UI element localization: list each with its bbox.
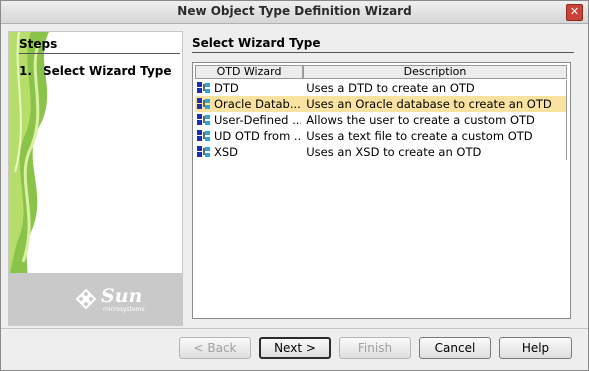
table-row[interactable]: XSD Uses an XSD to create an OTD [195, 144, 567, 160]
wizard-window: New Object Type Definition Wizard ✕ Step… [0, 0, 589, 371]
close-button[interactable]: ✕ [566, 4, 583, 21]
next-button[interactable]: Next > [259, 337, 331, 359]
table-row[interactable]: DTD Uses a DTD to create an OTD [195, 80, 567, 96]
wizard-name: User-Defined ... [214, 113, 302, 127]
sun-logo: Sun microsystems [75, 284, 145, 318]
wizard-cell: XSD [195, 145, 301, 159]
table-header: OTD Wizard Description [195, 65, 567, 79]
column-header-otd-wizard[interactable]: OTD Wizard [195, 65, 303, 79]
logo-subtext: microsystems [103, 306, 145, 313]
wizard-cell: User-Defined ... [195, 113, 301, 127]
cancel-button[interactable]: Cancel [419, 337, 491, 359]
wizard-cell: DTD [195, 81, 301, 95]
step-number: 1. [19, 64, 32, 78]
tree-icon [197, 130, 211, 142]
window-title: New Object Type Definition Wizard [177, 4, 412, 18]
description-cell: Allows the user to create a custom OTD [306, 113, 535, 127]
table-row[interactable]: UD OTD from ... Uses a text file to creat… [195, 128, 567, 144]
wizard-name: XSD [214, 145, 239, 159]
title-bar[interactable]: New Object Type Definition Wizard ✕ [1, 1, 588, 24]
wizard-table: OTD Wizard Description DTD Uses a DTD to … [192, 62, 571, 319]
back-button[interactable]: < Back [179, 337, 251, 359]
wizard-name: DTD [214, 81, 239, 95]
description-cell: Uses a text file to create a custom OTD [306, 129, 533, 143]
tree-icon [197, 82, 211, 94]
button-bar: < Back Next > Finish Cancel Help [1, 328, 588, 371]
finish-button[interactable]: Finish [339, 337, 411, 359]
description-cell: Uses an XSD to create an OTD [306, 145, 482, 159]
step-item: 1. Select Wizard Type [19, 64, 172, 78]
tree-icon [197, 146, 211, 158]
column-header-description[interactable]: Description [303, 65, 567, 79]
tree-icon [197, 98, 211, 110]
wizard-cell: Oracle Datab... [195, 97, 301, 111]
branding-area: Sun microsystems [9, 273, 182, 325]
logo-text: Sun [101, 285, 143, 307]
wizard-cell: UD OTD from ... [195, 129, 301, 143]
wizard-name: UD OTD from ... [214, 129, 302, 143]
step-label: Select Wizard Type [43, 64, 172, 78]
steps-divider [19, 53, 180, 54]
section-divider [192, 52, 574, 53]
table-row[interactable]: User-Defined ... Allows the user to creat… [195, 112, 567, 128]
tree-icon [197, 114, 211, 126]
help-button[interactable]: Help [499, 337, 572, 359]
wizard-name: Oracle Datab... [214, 97, 301, 111]
description-cell: Uses a DTD to create an OTD [306, 81, 475, 95]
description-cell: Uses an Oracle database to create an OTD [306, 97, 552, 111]
sun-mark-icon [75, 288, 97, 310]
steps-heading: Steps [19, 37, 58, 51]
content-panel: Select Wizard Type OTD Wizard Descriptio… [186, 31, 582, 324]
table-body: DTD Uses a DTD to create an OTD Oracle Dat… [195, 80, 567, 160]
table-row[interactable]: Oracle Datab... Uses an Oracle database t… [195, 96, 567, 112]
section-heading: Select Wizard Type [192, 36, 321, 50]
steps-panel: Steps 1. Select Wizard Type Sun microsyst… [8, 31, 183, 326]
